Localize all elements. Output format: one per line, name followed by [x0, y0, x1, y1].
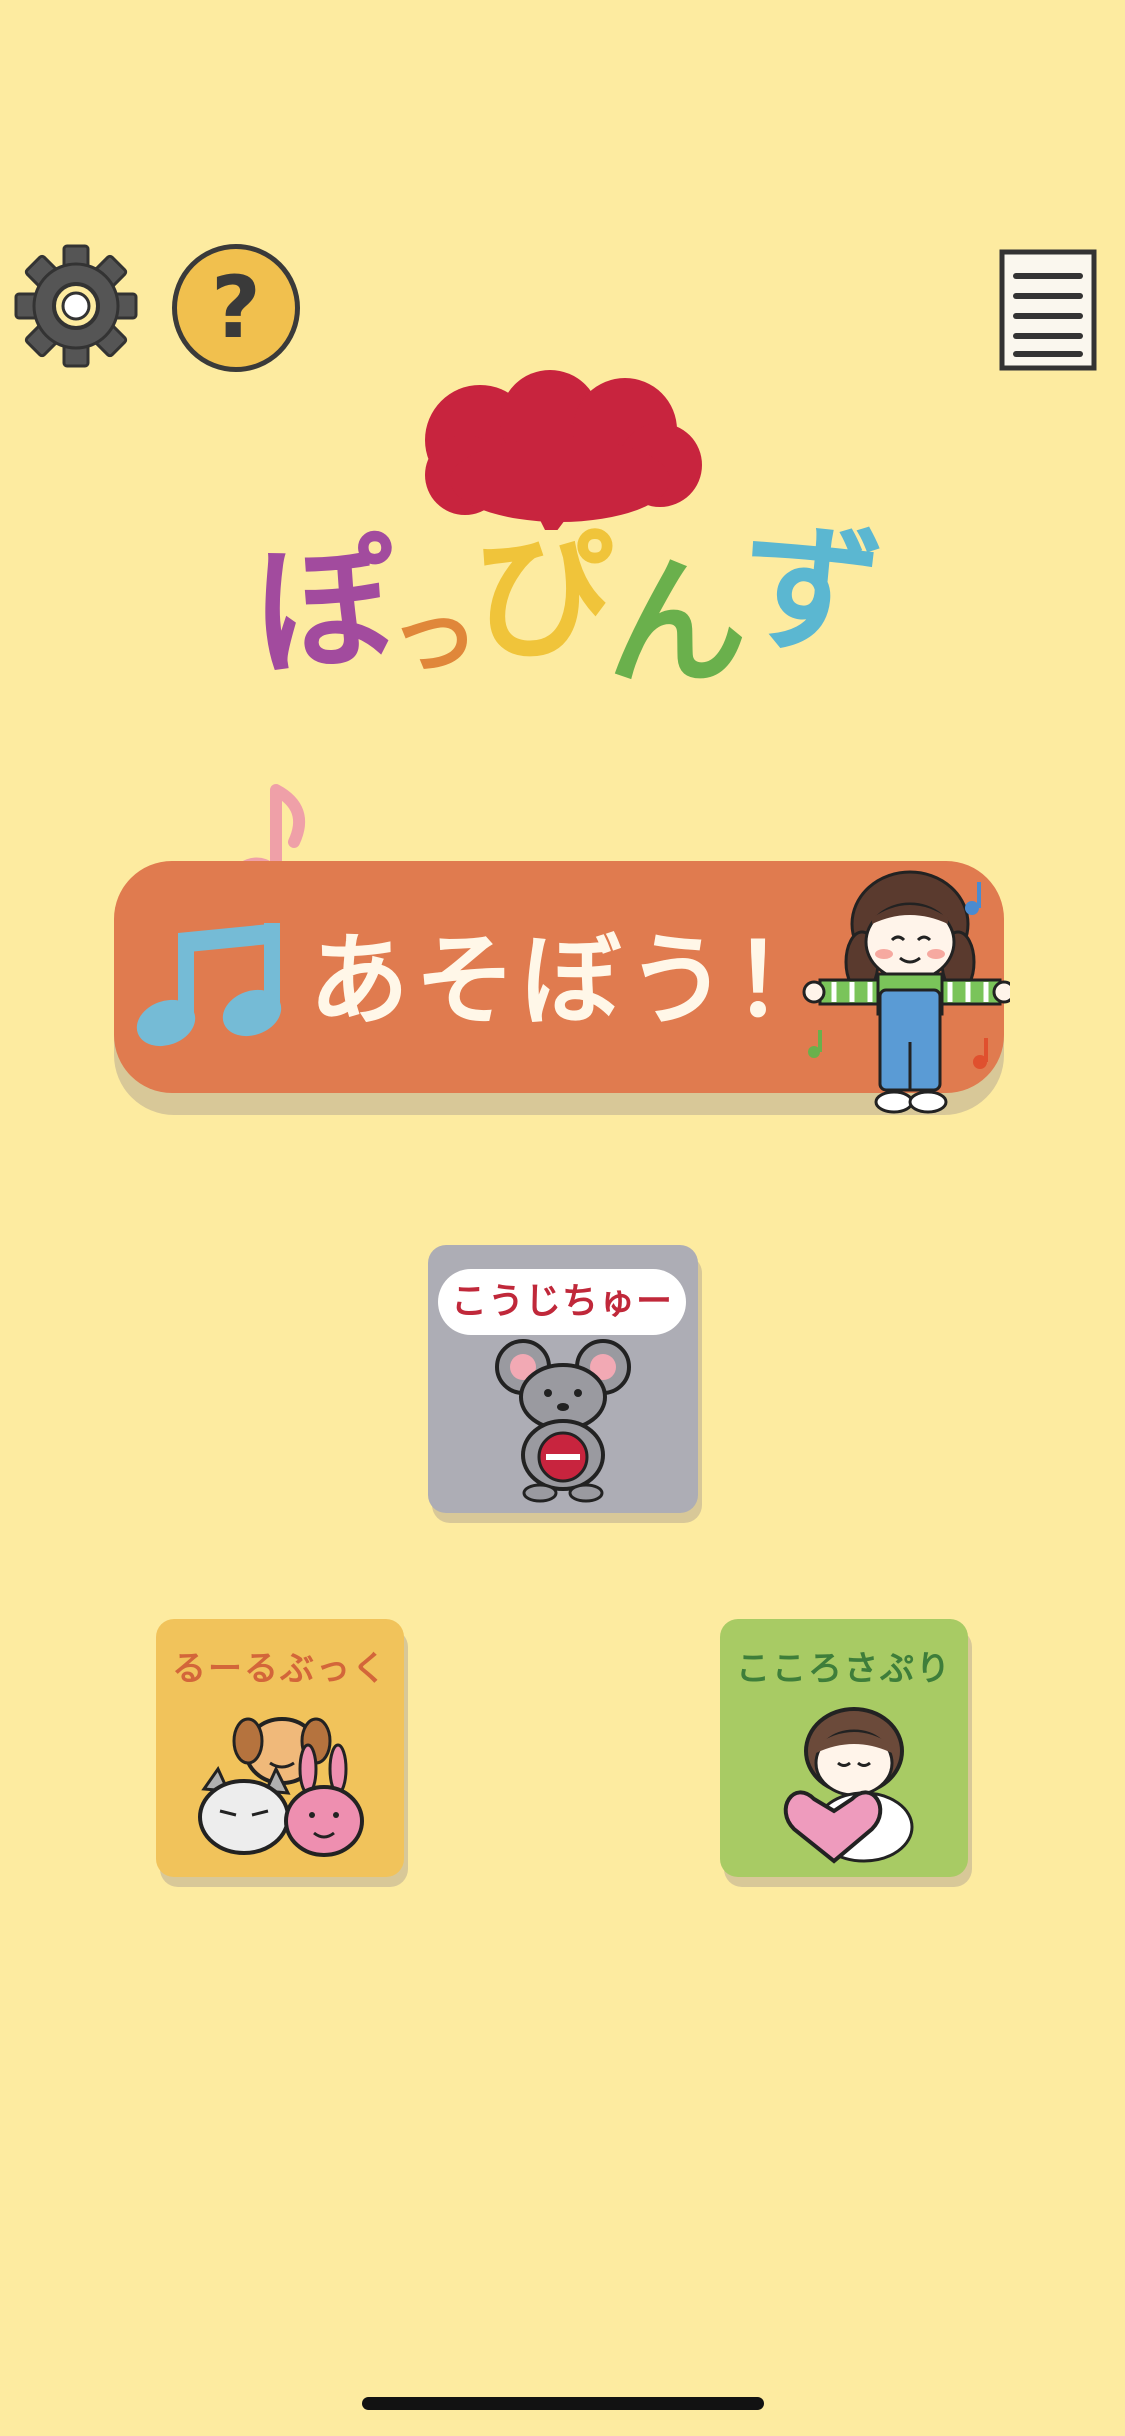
music-note-icon [136, 923, 282, 1047]
card-title: るーるぶっく [172, 1649, 388, 1689]
play-label: あそぼう！ [309, 922, 839, 1039]
speech-cloud-icon [425, 370, 702, 530]
mouse-icon [495, 1339, 631, 1503]
heart-supplement-card[interactable]: こころさぷり [720, 1619, 968, 1877]
card-title: こころさぷり [736, 1649, 952, 1689]
app-logo: ぽ っ ぴ ん ず [249, 370, 883, 700]
logo-title: ぽ っ ぴ ん ず [249, 503, 883, 695]
logo-letter: っ [388, 582, 479, 687]
logo-letter: ん [607, 542, 747, 705]
question-icon: ? [172, 244, 300, 372]
under-construction-card[interactable]: こうじちゅー [428, 1245, 698, 1513]
home-indicator[interactable] [362, 2397, 764, 2410]
logo-letter: ぴ [472, 516, 613, 679]
logo-letter: ぽ [249, 523, 395, 696]
animal-friends-icon [198, 1717, 364, 1857]
settings-button[interactable] [14, 244, 138, 368]
gear-icon [14, 244, 138, 368]
logo-letter: ず [732, 503, 884, 680]
girl-hugging-heart-icon [783, 1707, 914, 1864]
girl-character-icon [802, 870, 1010, 1114]
document-list-icon [999, 249, 1097, 371]
help-button[interactable]: ? [172, 244, 300, 372]
document-menu-button[interactable] [998, 248, 1098, 372]
rule-book-card[interactable]: るーるぶっく [156, 1619, 404, 1877]
card-title: こうじちゅー [438, 1269, 686, 1335]
question-glyph: ? [211, 258, 261, 358]
